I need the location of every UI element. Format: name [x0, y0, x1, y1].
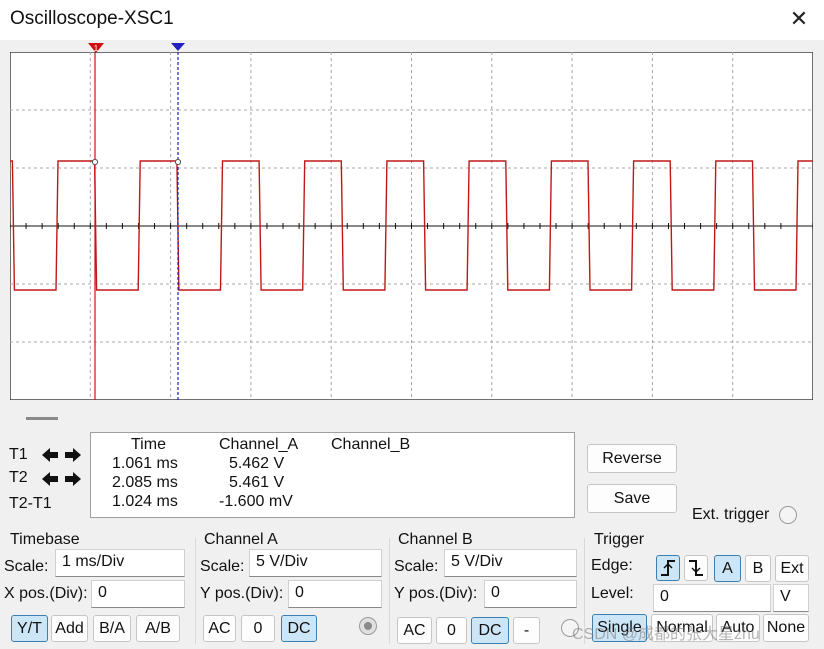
t2-channel-a: 5.461 V: [229, 474, 285, 491]
trigger-source-a-button[interactable]: A: [714, 555, 741, 582]
ext-trigger-label: Ext. trigger: [692, 506, 770, 523]
t1-channel-a: 5.462 V: [229, 455, 285, 472]
close-icon[interactable]: ✕: [782, 4, 816, 34]
t2-cursor-handle-icon[interactable]: [171, 43, 185, 53]
falling-edge-icon: [689, 560, 703, 576]
trigger-title: Trigger: [594, 531, 645, 548]
svg-text:1: 1: [94, 44, 99, 53]
channel-a-ypos-field[interactable]: 0: [288, 580, 382, 608]
group-divider: [195, 538, 196, 644]
delta-channel-a: -1.600 mV: [219, 493, 293, 510]
channel-b-scale-field[interactable]: 5 V/Div: [444, 549, 577, 577]
t1-time: 1.061 ms: [112, 455, 178, 472]
channel-b-invert-button[interactable]: -: [513, 617, 540, 644]
watermark: CSDN @成都的张大星zhu: [572, 626, 760, 643]
delta-time: 1.024 ms: [112, 493, 178, 510]
trigger-source-ext-button[interactable]: Ext: [775, 555, 809, 582]
t2-label: T2: [9, 469, 28, 486]
timebase-title: Timebase: [10, 531, 80, 548]
t1-trace-marker: [91, 158, 99, 166]
channel-b-scale-label: Scale:: [394, 558, 439, 575]
radio-dot-icon: [364, 622, 372, 630]
trigger-level-field[interactable]: 0: [653, 584, 771, 612]
timebase-xpos-label: X pos.(Div):: [4, 585, 88, 602]
channel-a-indicator-radio[interactable]: [359, 617, 377, 635]
channel-b-ac-button[interactable]: AC: [397, 617, 432, 644]
channel-a-scale-field[interactable]: 5 V/Div: [249, 549, 382, 577]
channel-b-ypos-field[interactable]: 0: [484, 580, 577, 608]
timebase-xpos-field[interactable]: 0: [91, 580, 185, 608]
t2-trace-marker: [174, 158, 182, 166]
reverse-button[interactable]: Reverse: [587, 444, 677, 473]
header-time: Time: [131, 436, 166, 453]
channel-b-ypos-label: Y pos.(Div):: [394, 585, 478, 602]
header-channel-b: Channel_B: [331, 436, 411, 453]
timebase-scale-label: Scale:: [4, 558, 49, 575]
ext-trigger-radio[interactable]: [779, 506, 797, 524]
channel-a-scale-label: Scale:: [200, 558, 245, 575]
mode-yt-button[interactable]: Y/T: [11, 615, 48, 642]
window-title: Oscilloscope-XSC1: [10, 8, 174, 29]
panel-splitter[interactable]: [26, 417, 58, 420]
channel-a-ac-button[interactable]: AC: [203, 615, 236, 642]
trigger-none-button[interactable]: None: [763, 614, 809, 642]
group-divider: [389, 538, 390, 644]
channel-a-ypos-label: Y pos.(Div):: [200, 585, 284, 602]
t2-time: 2.085 ms: [112, 474, 178, 491]
trigger-level-label: Level:: [591, 585, 634, 602]
mode-ab-button[interactable]: A/B: [136, 615, 180, 642]
t1-cursor-handle-icon[interactable]: 1: [88, 43, 104, 55]
channel-a-dc-button[interactable]: DC: [281, 615, 317, 642]
save-button[interactable]: Save: [587, 484, 677, 513]
channel-b-dc-button[interactable]: DC: [471, 617, 509, 644]
channel-b-zero-button[interactable]: 0: [436, 617, 467, 644]
oscilloscope-screen: [10, 52, 813, 400]
mode-add-button[interactable]: Add: [51, 615, 88, 642]
mode-ba-button[interactable]: B/A: [93, 615, 131, 642]
t2-t1-label: T2-T1: [9, 495, 52, 512]
t1-left-arrow-icon[interactable]: [40, 445, 60, 465]
t1-right-arrow-icon[interactable]: [63, 445, 83, 465]
timebase-scale-field[interactable]: 1 ms/Div: [55, 549, 185, 577]
header-channel-a: Channel_A: [219, 436, 299, 453]
cursor-readout-table: Time Channel_A Channel_B 1.061 ms 5.462 …: [90, 432, 575, 518]
trigger-edge-label: Edge:: [591, 557, 633, 574]
t2-left-arrow-icon[interactable]: [40, 469, 60, 489]
t1-label: T1: [9, 446, 28, 463]
rising-edge-button[interactable]: [656, 555, 680, 581]
channel-a-title: Channel A: [204, 531, 278, 548]
trigger-source-b-button[interactable]: B: [745, 555, 771, 582]
falling-edge-button[interactable]: [684, 555, 708, 581]
trigger-level-unit[interactable]: V: [773, 584, 809, 612]
channel-a-zero-button[interactable]: 0: [241, 615, 275, 642]
rising-edge-icon: [661, 560, 675, 576]
t2-right-arrow-icon[interactable]: [63, 469, 83, 489]
title-bar: Oscilloscope-XSC1 ✕: [0, 0, 824, 40]
channel-b-title: Channel B: [398, 531, 473, 548]
